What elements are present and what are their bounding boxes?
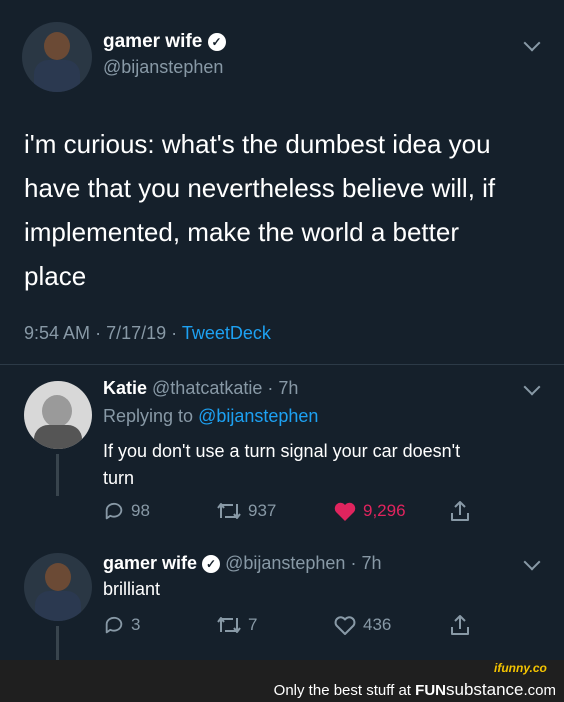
- retweet-button[interactable]: 7: [216, 614, 257, 636]
- tweet-date[interactable]: 7/17/19: [106, 323, 166, 343]
- retweet-count: 937: [248, 501, 277, 520]
- avatar-body: [34, 425, 82, 449]
- thread-line: [56, 454, 59, 496]
- avatar[interactable]: [24, 381, 92, 449]
- like-button[interactable]: 436: [333, 614, 391, 636]
- tweet-time[interactable]: 9:54 AM: [24, 323, 90, 343]
- replying-to: Replying to @bijanstephen: [103, 406, 318, 427]
- avatar[interactable]: [24, 553, 92, 621]
- tweet-text-line: place: [24, 261, 87, 291]
- reply-author-name[interactable]: gamer wife: [103, 553, 197, 573]
- replying-to-label: Replying to: [103, 406, 194, 426]
- avatar-head: [44, 32, 70, 60]
- footer-tagline-text: Only the best stuff at: [273, 682, 411, 699]
- reply-count: 98: [131, 501, 150, 520]
- tweet-text: i'm curious: what's the dumbest idea you…: [24, 122, 544, 298]
- tweet-meta: 9:54 AM · 7/17/19 · TweetDeck: [24, 323, 271, 343]
- author-row: gamer wife ✓: [103, 31, 226, 53]
- heart-icon: [334, 616, 356, 635]
- tweet-source[interactable]: TweetDeck: [182, 323, 271, 343]
- avatar-head: [42, 395, 72, 427]
- reply-count: 3: [131, 615, 141, 634]
- verified-icon: ✓: [207, 32, 226, 51]
- share-button[interactable]: [449, 613, 477, 637]
- thread-line: [56, 626, 59, 662]
- reply-age: · 7h: [350, 553, 382, 573]
- reply-text: If you don't use a turn signal your car …: [103, 438, 543, 492]
- footer-brand-bold[interactable]: FUN: [415, 682, 446, 699]
- heart-icon: [334, 502, 356, 521]
- share-icon: [451, 615, 469, 635]
- retweet-icon: [217, 617, 241, 633]
- chevron-down-icon[interactable]: [523, 34, 541, 52]
- reply-author-name[interactable]: Katie: [103, 378, 147, 398]
- replying-to-handle[interactable]: @bijanstephen: [198, 406, 318, 426]
- share-button[interactable]: [449, 499, 477, 523]
- reply-text: brilliant: [103, 579, 161, 599]
- like-count: 9,296: [363, 501, 406, 520]
- retweet-count: 7: [248, 615, 258, 634]
- tweet-text-line: have that you nevertheless believe will,…: [24, 173, 496, 203]
- avatar-body: [34, 60, 80, 92]
- reply-header: gamer wife ✓ @bijanstephen · 7h: [103, 553, 381, 574]
- tweet-text-line: implemented, make the world a better: [24, 217, 459, 247]
- author-handle[interactable]: @bijanstephen: [103, 57, 223, 78]
- reply-button[interactable]: 3: [103, 614, 140, 636]
- like-button[interactable]: 9,296: [333, 500, 406, 522]
- footer-brand-tld[interactable]: .com: [523, 682, 556, 699]
- reply-text-line: turn: [103, 468, 135, 488]
- reply-author-handle[interactable]: @bijanstephen: [225, 553, 345, 573]
- avatar-head: [45, 563, 71, 591]
- reply-icon: [105, 616, 123, 634]
- reply-age: · 7h: [267, 378, 299, 398]
- reply-author-handle[interactable]: @thatcatkatie: [152, 378, 262, 398]
- chevron-down-icon[interactable]: [523, 553, 541, 571]
- author-name[interactable]: gamer wife: [103, 31, 202, 52]
- verified-icon: ✓: [202, 555, 221, 574]
- tweet-text-line: i'm curious: what's the dumbest idea you: [24, 129, 491, 159]
- watermark: ifunny.co: [494, 661, 547, 675]
- reply-text-line: If you don't use a turn signal your car …: [103, 441, 461, 461]
- reply-icon: [105, 502, 123, 520]
- retweet-icon: [217, 503, 241, 519]
- divider: [0, 364, 564, 365]
- footer-brand-rest[interactable]: substance: [446, 680, 524, 699]
- footer-tagline: Only the best stuff at FUNsubstance.com: [274, 680, 556, 700]
- avatar-body: [35, 591, 81, 621]
- chevron-down-icon[interactable]: [523, 378, 541, 396]
- reply-header: Katie @thatcatkatie · 7h: [103, 378, 298, 399]
- share-icon: [451, 501, 469, 521]
- avatar[interactable]: [22, 22, 92, 92]
- retweet-button[interactable]: 937: [216, 500, 276, 522]
- like-count: 436: [363, 615, 392, 634]
- reply-button[interactable]: 98: [103, 500, 150, 522]
